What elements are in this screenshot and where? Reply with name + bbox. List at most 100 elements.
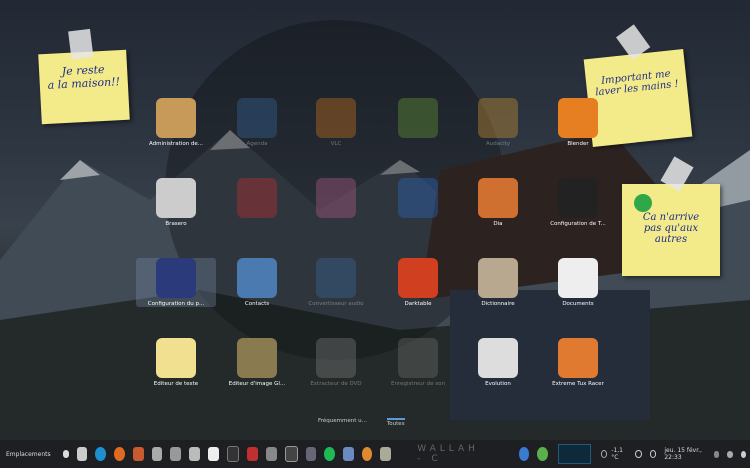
save-icon[interactable] xyxy=(284,446,298,462)
category-tabs: Fréquemment u... Toutes xyxy=(318,418,405,427)
spotify-icon[interactable] xyxy=(324,447,336,461)
app-icon xyxy=(398,98,438,138)
app-launcher-item[interactable] xyxy=(217,178,297,221)
virus-icon xyxy=(634,194,652,212)
app-launcher-item[interactable] xyxy=(296,178,376,221)
temperature[interactable]: -1,1 °C xyxy=(611,447,627,461)
app-icon xyxy=(237,258,277,298)
app-label: Brasero xyxy=(165,221,187,227)
app-label: Dictionnaire xyxy=(481,301,515,307)
app-label: Extracteur de DVD xyxy=(310,381,362,387)
app-icon xyxy=(316,178,356,218)
app-launcher-item[interactable]: Configuration de T... xyxy=(538,178,618,227)
app-launcher-item[interactable]: Dictionnaire xyxy=(458,258,538,307)
app-icon xyxy=(156,258,196,298)
app-icon xyxy=(478,178,518,218)
car-icon[interactable] xyxy=(189,447,200,461)
system-monitor-graph[interactable] xyxy=(557,444,591,464)
firefox-alt-icon[interactable] xyxy=(361,447,373,461)
video-icon[interactable] xyxy=(247,447,259,461)
app-launcher-item[interactable] xyxy=(378,178,458,221)
app-launcher-item[interactable]: VLC xyxy=(296,98,376,147)
app-launcher-item[interactable]: Contacts xyxy=(217,258,297,307)
firefox-icon[interactable] xyxy=(114,447,125,461)
app-label: Configuration du p... xyxy=(147,301,205,307)
settings-icon[interactable] xyxy=(170,447,182,461)
app-launcher-item[interactable]: Éditeur de texte xyxy=(136,338,216,387)
date-time[interactable]: jeu. 15 févr., 22:33 xyxy=(664,447,708,461)
note-text: Ca n'arrive pas qu'aux autres xyxy=(642,212,700,245)
app-launcher-item[interactable]: Configuration du p... xyxy=(136,258,216,307)
app-icon xyxy=(237,98,277,138)
app-label: Éditeur de texte xyxy=(153,381,199,387)
sticky-note-right-bottom: Ca n'arrive pas qu'aux autres xyxy=(622,156,720,276)
app-icon xyxy=(237,178,277,218)
app-label: Dia xyxy=(493,221,503,227)
tab-frequent[interactable]: Fréquemment u... xyxy=(318,418,367,427)
app-icon xyxy=(478,98,518,138)
sticky-note-left: Je reste a la maison!! xyxy=(38,28,130,125)
app-icon xyxy=(558,258,598,298)
app-launcher-item[interactable]: Éditeur d'image GI... xyxy=(217,338,297,387)
app-launcher-item[interactable]: Brasero xyxy=(136,178,216,227)
app-label: Documents xyxy=(562,301,594,307)
app-icon xyxy=(398,258,438,298)
note-text: Je reste a la maison!! xyxy=(47,62,121,92)
power-icon[interactable] xyxy=(740,450,746,458)
app-icon xyxy=(316,98,356,138)
photos-icon[interactable] xyxy=(132,447,144,461)
app-label: Convertisseur audio xyxy=(308,301,364,307)
app-launcher-item[interactable]: Darktable xyxy=(378,258,458,307)
app-icon xyxy=(558,338,598,378)
app-launcher-item[interactable]: Dia xyxy=(458,178,538,227)
app-icon xyxy=(398,338,438,378)
app-icon xyxy=(398,178,438,218)
gear-icon[interactable] xyxy=(635,450,642,458)
app-icon xyxy=(558,178,598,218)
app-label: Darktable xyxy=(404,301,432,307)
app-launcher-item[interactable]: Extracteur de DVD xyxy=(296,338,376,387)
app-icon xyxy=(156,338,196,378)
app-icon xyxy=(156,98,196,138)
browser-icon[interactable] xyxy=(95,447,107,461)
places-menu[interactable]: Emplacements xyxy=(6,451,51,458)
app-launcher-item[interactable]: Evolution xyxy=(458,338,538,387)
app-icon xyxy=(316,338,356,378)
weather-icon xyxy=(600,450,608,458)
app-launcher-item[interactable]: Audacity xyxy=(458,98,538,147)
app-launcher-item[interactable]: Blender xyxy=(538,98,618,147)
volume-icon[interactable] xyxy=(727,450,733,458)
updates-icon[interactable] xyxy=(537,447,548,461)
app-launcher-item[interactable]: Enregistreur de son xyxy=(378,338,458,387)
app-launcher-item[interactable]: Documents xyxy=(538,258,618,307)
app-launcher-item[interactable] xyxy=(378,98,458,141)
app-icon xyxy=(558,98,598,138)
network-icon[interactable] xyxy=(518,447,530,461)
terminal-icon[interactable] xyxy=(226,446,240,462)
app-launcher-item[interactable]: Administration de... xyxy=(136,98,216,147)
app-icon xyxy=(316,258,356,298)
app-label: Contacts xyxy=(244,301,270,307)
app-label: Éditeur d'image GI... xyxy=(228,381,286,387)
app-launcher-item[interactable]: Convertisseur audio xyxy=(296,258,376,307)
app-icon xyxy=(478,258,518,298)
archive-icon[interactable] xyxy=(380,447,392,461)
app-label: VLC xyxy=(330,141,342,147)
chat-icon[interactable] xyxy=(151,447,163,461)
headphones-icon[interactable] xyxy=(713,450,720,458)
file-icon[interactable] xyxy=(76,447,88,461)
documents-icon[interactable] xyxy=(207,447,219,461)
app-grid-icon[interactable] xyxy=(62,450,69,458)
app-launcher-item[interactable]: Extreme Tux Racer xyxy=(538,338,618,387)
app-label: Extreme Tux Racer xyxy=(552,381,604,387)
tab-all[interactable]: Toutes xyxy=(386,418,405,427)
virtualbox-icon[interactable] xyxy=(343,447,354,461)
app-label: Enregistreur de son xyxy=(391,381,445,387)
taskbar: Emplacements WALLAH - C -1,1 °C jeu. 15 … xyxy=(0,440,750,468)
disk-icon[interactable] xyxy=(266,447,277,461)
clock-icon xyxy=(649,450,657,458)
app-label: Evolution xyxy=(485,381,511,387)
tape xyxy=(68,28,94,60)
app-launcher-item[interactable]: Agenda xyxy=(217,98,297,147)
cloud-icon[interactable] xyxy=(305,447,317,461)
